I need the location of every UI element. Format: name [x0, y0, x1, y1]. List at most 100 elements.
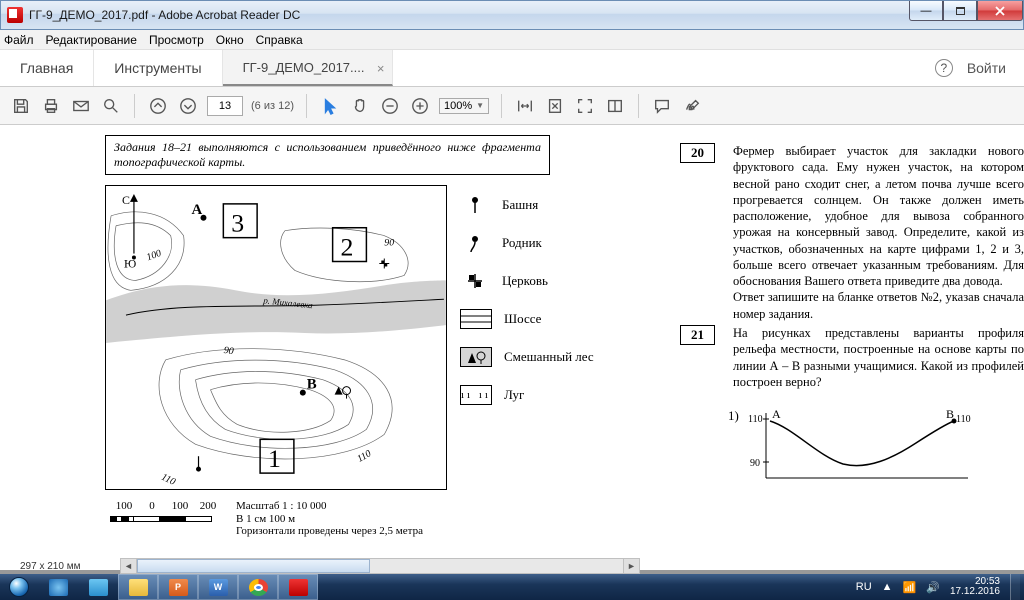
show-desktop-button[interactable] — [1010, 574, 1020, 600]
taskbar-powerpoint[interactable]: P — [158, 574, 198, 600]
menu-help[interactable]: Справка — [256, 33, 303, 47]
svg-text:2: 2 — [341, 233, 354, 262]
window-title: ГГ-9_ДЕМО_2017.pdf - Adobe Acrobat Reade… — [29, 8, 300, 22]
tray-flag-icon[interactable]: ▲ — [882, 581, 893, 593]
svg-text:100: 100 — [145, 248, 163, 263]
horizontal-scrollbar[interactable]: ◄ ► — [120, 558, 640, 574]
menu-view[interactable]: Просмотр — [149, 33, 204, 47]
legend-church: Церковь — [502, 273, 548, 289]
start-button[interactable] — [0, 574, 38, 600]
signin-button[interactable]: Войти — [967, 60, 1006, 76]
page-number-input[interactable] — [207, 96, 243, 116]
menu-edit[interactable]: Редактирование — [46, 33, 137, 47]
legend-road: Шоссе — [504, 311, 541, 327]
question-20-number: 20 — [680, 143, 715, 163]
minimize-button[interactable]: — — [909, 1, 943, 21]
content-area: Задания 18–21 выполняются с использовани… — [0, 125, 1024, 574]
tray-volume-icon[interactable]: 🔊 — [926, 581, 940, 594]
read-mode-icon[interactable] — [604, 95, 626, 117]
fit-width-icon[interactable] — [514, 95, 536, 117]
toolbar: (6 из 12) 100%▼ — [0, 87, 1024, 125]
comment-icon[interactable] — [651, 95, 673, 117]
page-right-pane: 20 Фермер выбирает участок для закладки … — [660, 125, 1024, 574]
svg-text:110: 110 — [159, 472, 177, 488]
map-legend: Башня Родник Церковь Шоссе Смешанный лес… — [460, 195, 594, 423]
select-tool-icon[interactable] — [319, 95, 341, 117]
legend-meadow: Луг — [504, 387, 524, 403]
svg-text:90: 90 — [750, 458, 760, 469]
question-20-text: Фермер выбирает участок для закладки нов… — [733, 143, 1024, 322]
zoom-value: 100% — [444, 100, 472, 112]
tab-document[interactable]: ГГ-9_ДЕМО_2017.... × — [223, 50, 394, 86]
taskbar-acrobat[interactable] — [278, 574, 318, 600]
taskbar: P W RU ▲ 📶 🔊 20:5317.12.2016 — [0, 574, 1024, 600]
page-size-label: 297 x 210 мм — [20, 561, 80, 572]
maximize-button[interactable] — [943, 1, 977, 21]
profile-chart-1: 1) 110 90 110 А В — [728, 408, 1024, 496]
separator — [501, 94, 502, 118]
mail-icon[interactable] — [70, 95, 92, 117]
page-up-icon[interactable] — [147, 95, 169, 117]
separator — [638, 94, 639, 118]
tray-clock[interactable]: 20:5317.12.2016 — [950, 577, 1000, 598]
pdf-page-left: Задания 18–21 выполняются с использовани… — [0, 125, 660, 570]
svg-text:А: А — [772, 408, 781, 421]
zoom-in-icon[interactable] — [409, 95, 431, 117]
scroll-left-button[interactable]: ◄ — [121, 559, 137, 573]
separator — [306, 94, 307, 118]
legend-tower: Башня — [502, 197, 538, 213]
svg-text:Ю: Ю — [124, 256, 136, 270]
svg-text:110: 110 — [956, 414, 971, 425]
scroll-thumb[interactable] — [137, 559, 370, 573]
taskbar-explorer[interactable] — [118, 574, 158, 600]
scroll-right-button[interactable]: ► — [623, 559, 639, 573]
legend-spring: Родник — [502, 235, 542, 251]
search-icon[interactable] — [100, 95, 122, 117]
pdf-icon — [7, 7, 23, 23]
question-21-text: На рисунках представлены варианты профил… — [733, 325, 1024, 390]
help-icon[interactable]: ? — [935, 59, 953, 77]
close-tab-icon[interactable]: × — [377, 61, 385, 76]
page-down-icon[interactable] — [177, 95, 199, 117]
tabs-bar: Главная Инструменты ГГ-9_ДЕМО_2017.... ×… — [0, 50, 1024, 87]
windows-orb-icon — [9, 577, 29, 597]
pdf-page-right: 20 Фермер выбирает участок для закладки … — [660, 125, 1024, 570]
taskbar-media[interactable] — [78, 574, 118, 600]
svg-text:1: 1 — [268, 444, 281, 473]
hand-tool-icon[interactable] — [349, 95, 371, 117]
tab-home[interactable]: Главная — [0, 50, 94, 86]
system-tray: RU ▲ 📶 🔊 20:5317.12.2016 — [856, 574, 1024, 600]
taskbar-word[interactable]: W — [198, 574, 238, 600]
svg-text:110: 110 — [748, 414, 763, 425]
zoom-select[interactable]: 100%▼ — [439, 98, 489, 114]
page-total-label: (6 из 12) — [251, 100, 294, 112]
taskbar-chrome[interactable] — [238, 574, 278, 600]
svg-text:В: В — [307, 377, 317, 393]
svg-text:90: 90 — [223, 345, 234, 357]
topographic-map: С Ю А В 3 2 1 90 100 110 110 90 р. Михал… — [105, 185, 447, 490]
page-left-pane: Задания 18–21 выполняются с использовани… — [0, 125, 660, 574]
taskbar-ie[interactable] — [38, 574, 78, 600]
svg-text:90: 90 — [384, 238, 394, 249]
tab-document-label: ГГ-9_ДЕМО_2017.... — [243, 60, 365, 75]
svg-text:110: 110 — [355, 448, 373, 465]
fullscreen-icon[interactable] — [574, 95, 596, 117]
save-icon[interactable] — [10, 95, 32, 117]
tray-language[interactable]: RU — [856, 581, 872, 593]
menu-window[interactable]: Окно — [216, 33, 244, 47]
legend-forest: Смешанный лес — [504, 349, 594, 365]
menu-bar: Файл Редактирование Просмотр Окно Справк… — [0, 30, 1024, 50]
sign-icon[interactable] — [681, 95, 703, 117]
fit-page-icon[interactable] — [544, 95, 566, 117]
close-button[interactable] — [977, 1, 1023, 21]
print-icon[interactable] — [40, 95, 62, 117]
separator — [134, 94, 135, 118]
menu-file[interactable]: Файл — [4, 33, 34, 47]
zoom-out-icon[interactable] — [379, 95, 401, 117]
instruction-box: Задания 18–21 выполняются с использовани… — [105, 135, 550, 175]
svg-text:С: С — [122, 193, 130, 207]
svg-text:3: 3 — [231, 209, 244, 238]
tab-tools[interactable]: Инструменты — [94, 50, 222, 86]
tray-network-icon[interactable]: 📶 — [903, 581, 917, 594]
svg-text:А: А — [192, 202, 203, 218]
